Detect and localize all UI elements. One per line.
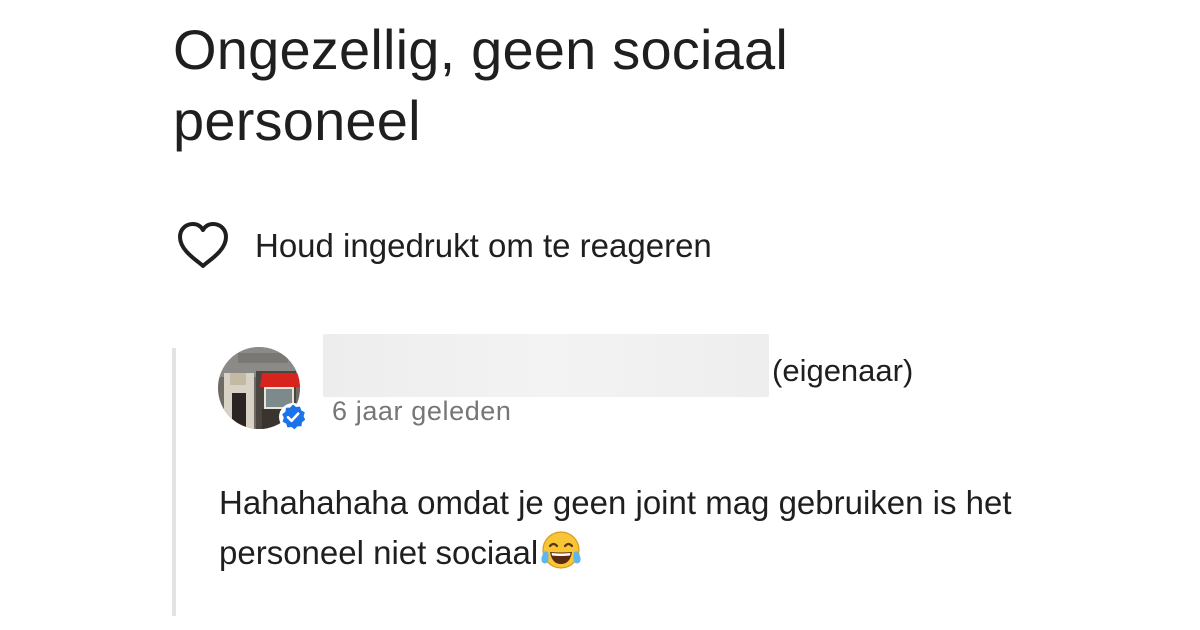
owner-reply-text: Hahahahaha omdat je geen joint mag gebru… (219, 478, 1119, 578)
owner-tag: (eigenaar) (772, 353, 914, 388)
verified-badge-icon (279, 403, 307, 431)
react-label: Houd ingedrukt om te reageren (255, 227, 712, 264)
heart-outline-icon (178, 222, 228, 268)
review-title: Ongezellig, geen sociaal personeel (173, 18, 788, 152)
owner-name-redacted (323, 334, 769, 397)
tears-of-joy-emoji-icon (541, 531, 581, 569)
reply-indent-bar (172, 348, 176, 616)
reply-body: Hahahahaha omdat je geen joint mag gebru… (219, 484, 1012, 571)
reply-timestamp: 6 jaar geleden (332, 396, 512, 426)
react-button[interactable]: Houd ingedrukt om te reageren (176, 220, 712, 272)
